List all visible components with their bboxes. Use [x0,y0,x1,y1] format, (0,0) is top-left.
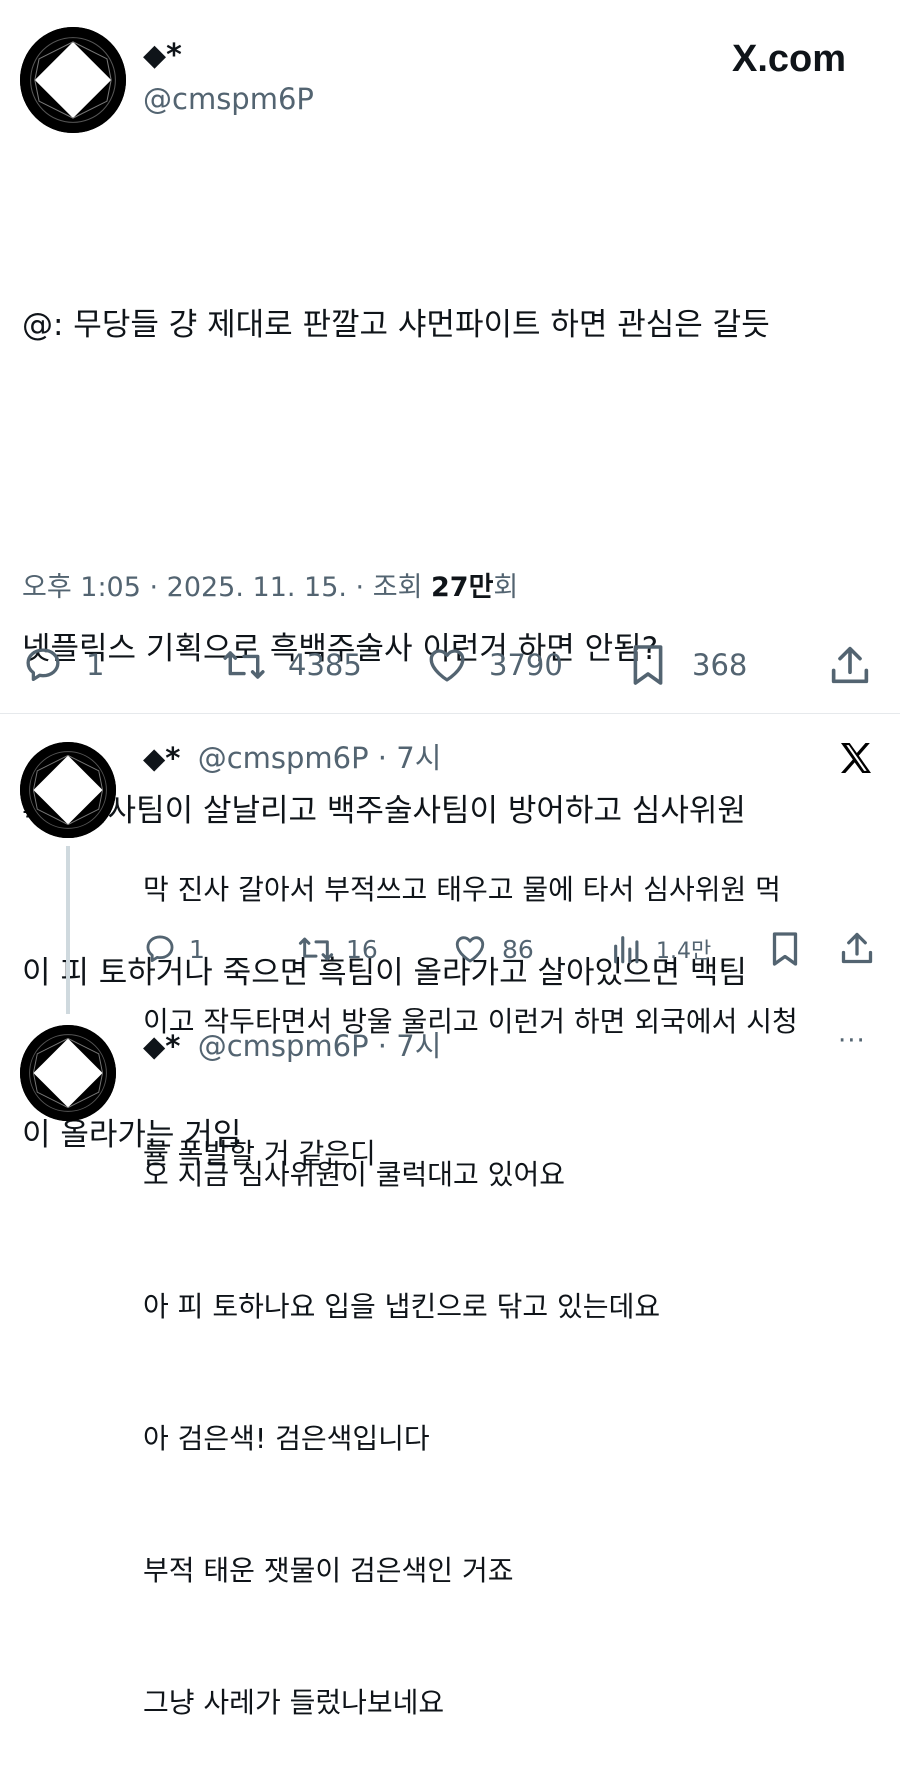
tweet-timestamp[interactable]: 오후 1:05 · 2025. 11. 15. · 조회 27만회 [22,565,518,604]
reply-line: 막 진사 갈아서 부적쓰고 태우고 물에 타서 심사위원 먹 [143,873,781,906]
view-count: 27만 [431,572,494,603]
views-count: 1.4만 [656,939,712,964]
reply-line: 아 피 토하나요 입을 냅킨으로 닦고 있는데요 [143,1290,661,1323]
reply-line: 아 검은색! 검은색입니다 [143,1422,430,1455]
like-icon [452,932,488,966]
share-icon [830,643,870,687]
avatar-image [20,1025,116,1121]
avatar-image [20,742,116,838]
tweet-line [22,460,770,514]
reply-line: 부적 태운 잿물이 검은색인 거죠 [143,1554,514,1587]
share-button[interactable] [830,643,870,687]
reply-button[interactable]: 1 [143,931,205,967]
view-suffix: 회 [493,572,519,603]
tweet-line: @: 무당들 걍 제대로 판깔고 샤먼파이트 하면 관심은 갈듯 [22,307,770,343]
reply-text: 오 지금 심사위원이 쿨럭대고 있어요 아 피 토하나요 입을 냅킨으로 닦고 … [143,1065,660,1769]
display-name[interactable]: ◆* [143,38,182,73]
views-icon [610,932,644,966]
x-brand-logo: X.com [732,38,847,80]
bookmark-button[interactable] [770,931,800,967]
display-name[interactable]: ◆* [143,741,180,775]
repost-icon [296,932,336,966]
x-logo-icon [836,738,876,778]
repost-count: 16 [346,934,378,964]
avatar[interactable] [20,1025,116,1121]
repost-count: 4385 [288,648,362,682]
like-count: 86 [502,934,534,964]
reply-icon [143,932,177,966]
thread-line [66,846,70,1014]
avatar-image [20,27,126,133]
display-name[interactable]: ◆* [143,1029,180,1063]
reply-count: 1 [86,648,105,682]
share-button[interactable] [840,930,874,966]
reply-line: 오 지금 심사위원이 쿨럭대고 있어요 [143,1158,566,1191]
handle-time[interactable]: @cmspm6P · 7시 [198,741,442,775]
handle[interactable]: @cmspm6P [143,82,314,116]
bookmark-button[interactable]: 368 [630,643,747,687]
reply-button[interactable]: 1 [22,643,104,687]
avatar[interactable] [20,742,116,838]
handle-time[interactable]: @cmspm6P · 7시 [198,1029,442,1063]
like-count: 3790 [489,648,563,682]
bookmark-count: 368 [692,648,748,682]
bookmark-icon [770,931,800,967]
timestamp-text: 오후 1:05 · 2025. 11. 15. · 조회 [22,572,431,603]
repost-icon [220,644,268,686]
repost-button[interactable]: 16 [296,931,378,967]
like-icon [425,644,469,686]
avatar[interactable] [20,27,126,133]
like-button[interactable]: 86 [452,931,534,967]
reply-count: 1 [189,934,205,964]
reply-line: 그냥 사레가 들렀나보네요 [143,1686,445,1719]
divider [0,713,900,714]
like-button[interactable]: 3790 [425,643,563,687]
share-icon [840,930,874,966]
bookmark-icon [630,643,666,687]
reply-header: ◆* @cmspm6P · 7시 [143,735,441,777]
views-button[interactable]: 1.4만 [610,931,711,967]
repost-button[interactable]: 4385 [220,643,362,687]
more-icon[interactable]: ··· [838,1026,866,1056]
reply-header: ◆* @cmspm6P · 7시 [143,1023,441,1065]
reply-icon [22,644,64,686]
